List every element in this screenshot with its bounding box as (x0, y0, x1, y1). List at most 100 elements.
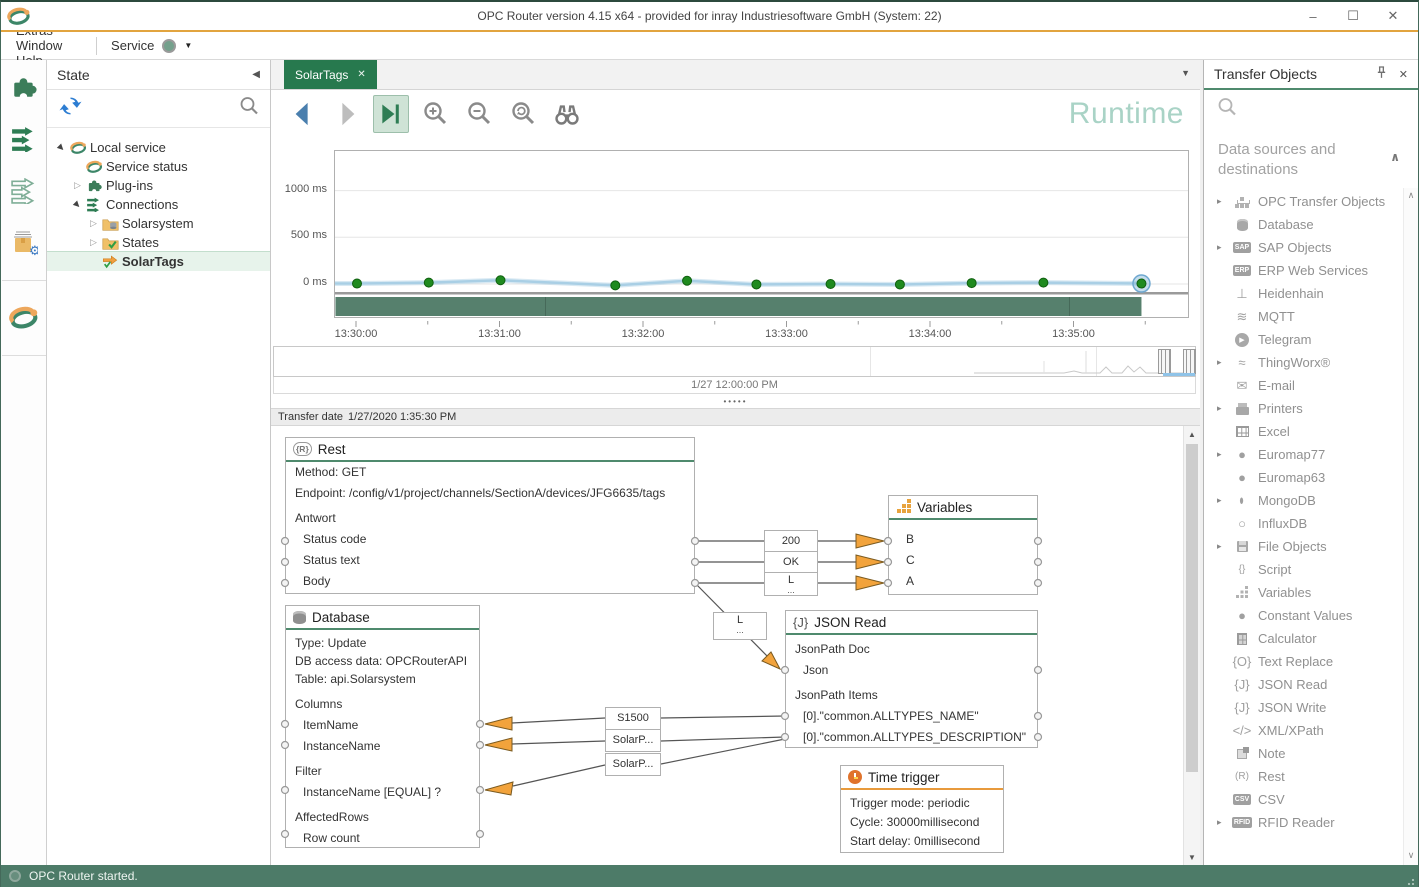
transfer-object-thingworx[interactable]: ▸≈ThingWorx® (1204, 351, 1418, 374)
collapse-panel-icon[interactable]: ◀ (252, 69, 260, 80)
transfer-object-file-objects[interactable]: ▸File Objects (1204, 535, 1418, 558)
transfer-object-script[interactable]: {}Script (1204, 558, 1418, 581)
zoom-reset-button[interactable] (505, 95, 541, 133)
tree-item-solartags[interactable]: SolarTags (47, 252, 270, 271)
template-connections-rail-icon[interactable] (8, 176, 40, 206)
transfer-object-json-read[interactable]: {J}JSON Read (1204, 673, 1418, 696)
tab-close-icon[interactable]: ✕ (357, 69, 365, 80)
expander-icon[interactable]: ▸ (1217, 449, 1229, 460)
transfer-objects-scrollbar[interactable]: ∧ ∨ (1403, 188, 1418, 865)
expander-icon[interactable]: ▷ (87, 218, 100, 229)
variables-row-a[interactable]: A (898, 571, 1028, 592)
pane-splitter-handle[interactable] (271, 394, 1200, 408)
chart-point[interactable] (826, 280, 835, 289)
transfer-object-calculator[interactable]: Calculator (1204, 627, 1418, 650)
transfer-object-sap-objects[interactable]: ▸SAPSAP Objects (1204, 236, 1418, 259)
variables-row-b[interactable]: B (898, 529, 1028, 550)
database-node[interactable]: Database Type: Update DB access data: OP… (285, 605, 480, 848)
step-back-button[interactable] (285, 95, 321, 133)
opc-router-rail-logo-icon[interactable] (8, 303, 40, 333)
variables-node[interactable]: Variables B C A (888, 495, 1038, 595)
db-row-filter-instancename[interactable]: InstanceName [EQUAL] ? (295, 782, 470, 803)
expander-icon[interactable]: ▶ (54, 140, 70, 156)
expander-icon[interactable]: ▶ (70, 197, 86, 213)
expander-icon[interactable]: ▸ (1217, 541, 1229, 552)
scroll-up-icon[interactable]: ▲ (1184, 426, 1200, 442)
json-row-json[interactable]: Json (795, 660, 1028, 681)
chart-point[interactable] (353, 279, 362, 288)
transfer-object-telegram[interactable]: ▶Telegram (1204, 328, 1418, 351)
tree-item-plug-ins[interactable]: ▷Plug-ins (47, 176, 270, 195)
transfer-object-variables[interactable]: Variables (1204, 581, 1418, 604)
chart-point[interactable] (611, 281, 620, 290)
expander-icon[interactable]: ▸ (1217, 357, 1229, 368)
transfer-object-opc-transfer-objects[interactable]: ▸OPC Transfer Objects (1204, 190, 1418, 213)
variables-row-c[interactable]: C (898, 550, 1028, 571)
transfer-object-erp-web-services[interactable]: ERPERP Web Services (1204, 259, 1418, 282)
chart-point[interactable] (424, 278, 433, 287)
tree-item-service-status[interactable]: Service status (47, 157, 270, 176)
timeline-overview[interactable] (273, 346, 1196, 377)
chart-point[interactable] (967, 279, 976, 288)
transfer-object-mongodb[interactable]: ▸●MongoDB (1204, 489, 1418, 512)
chart-point[interactable] (752, 280, 761, 289)
transfer-object-euromap63[interactable]: ●Euromap63 (1204, 466, 1418, 489)
section-collapse-icon[interactable]: ∧ (1390, 150, 1400, 164)
refresh-button[interactable] (57, 94, 84, 123)
chart-point[interactable] (496, 276, 505, 285)
tab-solartags[interactable]: SolarTags ✕ (284, 60, 377, 89)
expander-icon[interactable]: ▷ (71, 180, 84, 191)
tree-item-local-service[interactable]: ▶Local service (47, 138, 270, 157)
chart-point[interactable] (1137, 279, 1146, 288)
range-start-handle[interactable] (1158, 349, 1171, 374)
db-row-instancename[interactable]: InstanceName (295, 736, 470, 757)
transfer-flow-canvas[interactable]: {R} Rest Method: GET Endpoint: /config/v… (271, 426, 1200, 865)
zoom-out-button[interactable] (461, 95, 497, 133)
transfer-object-heidenhain[interactable]: ⊥Heidenhain (1204, 282, 1418, 305)
json-row-alltypes-name[interactable]: [0]."common.ALLTYPES_NAME" (795, 706, 1028, 727)
transfer-object-xml-xpath[interactable]: </>XML/XPath (1204, 719, 1418, 742)
expander-icon[interactable]: ▸ (1217, 403, 1229, 414)
transfer-object-json-write[interactable]: {J}JSON Write (1204, 696, 1418, 719)
chart-point[interactable] (895, 280, 904, 289)
transfer-object-text-replace[interactable]: {O}Text Replace (1204, 650, 1418, 673)
connections-rail-icon[interactable] (8, 124, 40, 154)
transfer-objects-search-icon[interactable] (1216, 96, 1238, 123)
canvas-scrollbar[interactable]: ▲ ▼ (1183, 426, 1200, 865)
rest-row-body[interactable]: Body (295, 571, 685, 592)
transfer-object-excel[interactable]: Excel (1204, 420, 1418, 443)
resize-grip-icon[interactable] (1407, 877, 1415, 885)
expander-icon[interactable]: ▸ (1217, 495, 1229, 506)
transfer-object-euromap77[interactable]: ▸●Euromap77 (1204, 443, 1418, 466)
json-row-alltypes-description[interactable]: [0]."common.ALLTYPES_DESCRIPTION" (795, 727, 1028, 748)
tree-item-connections[interactable]: ▶Connections (47, 195, 270, 214)
transfer-object-mqtt[interactable]: ≋MQTT (1204, 305, 1418, 328)
find-transfer-button[interactable] (549, 95, 585, 133)
search-icon[interactable] (238, 95, 260, 122)
transfer-object-rest[interactable]: (R)Rest (1204, 765, 1418, 788)
zoom-in-button[interactable] (417, 95, 453, 133)
db-row-itemname[interactable]: ItemName (295, 715, 470, 736)
tree-item-states[interactable]: ▷States (47, 233, 270, 252)
store-rail-icon[interactable]: ⚙ (8, 228, 40, 258)
expander-icon[interactable]: ▷ (87, 237, 100, 248)
rest-row-status-code[interactable]: Status code (295, 529, 685, 550)
expander-icon[interactable]: ▸ (1217, 242, 1229, 253)
time-trigger-node[interactable]: Time trigger Trigger mode: periodic Cycl… (840, 765, 1004, 853)
transfer-object-rfid-reader[interactable]: ▸RFIDRFID Reader (1204, 811, 1418, 834)
close-button[interactable]: ✕ (1376, 5, 1410, 27)
service-menu[interactable]: Service ▼ (101, 38, 202, 53)
db-row-rowcount[interactable]: Row count (295, 828, 470, 849)
chart-plot-area[interactable] (334, 150, 1189, 318)
chart-point[interactable] (683, 276, 692, 285)
transfer-object-constant-values[interactable]: ●Constant Values (1204, 604, 1418, 627)
transfer-object-note[interactable]: Note (1204, 742, 1418, 765)
scrollbar-thumb[interactable] (1186, 444, 1198, 772)
minimize-button[interactable]: – (1296, 5, 1330, 27)
transfer-object-influxdb[interactable]: ○InfluxDB (1204, 512, 1418, 535)
chart-point[interactable] (1039, 278, 1048, 287)
transfer-object-csv[interactable]: CSVCSV (1204, 788, 1418, 811)
tab-list-dropdown-icon[interactable]: ▼ (1181, 68, 1190, 78)
plugins-rail-icon[interactable] (8, 72, 40, 102)
rest-row-status-text[interactable]: Status text (295, 550, 685, 571)
